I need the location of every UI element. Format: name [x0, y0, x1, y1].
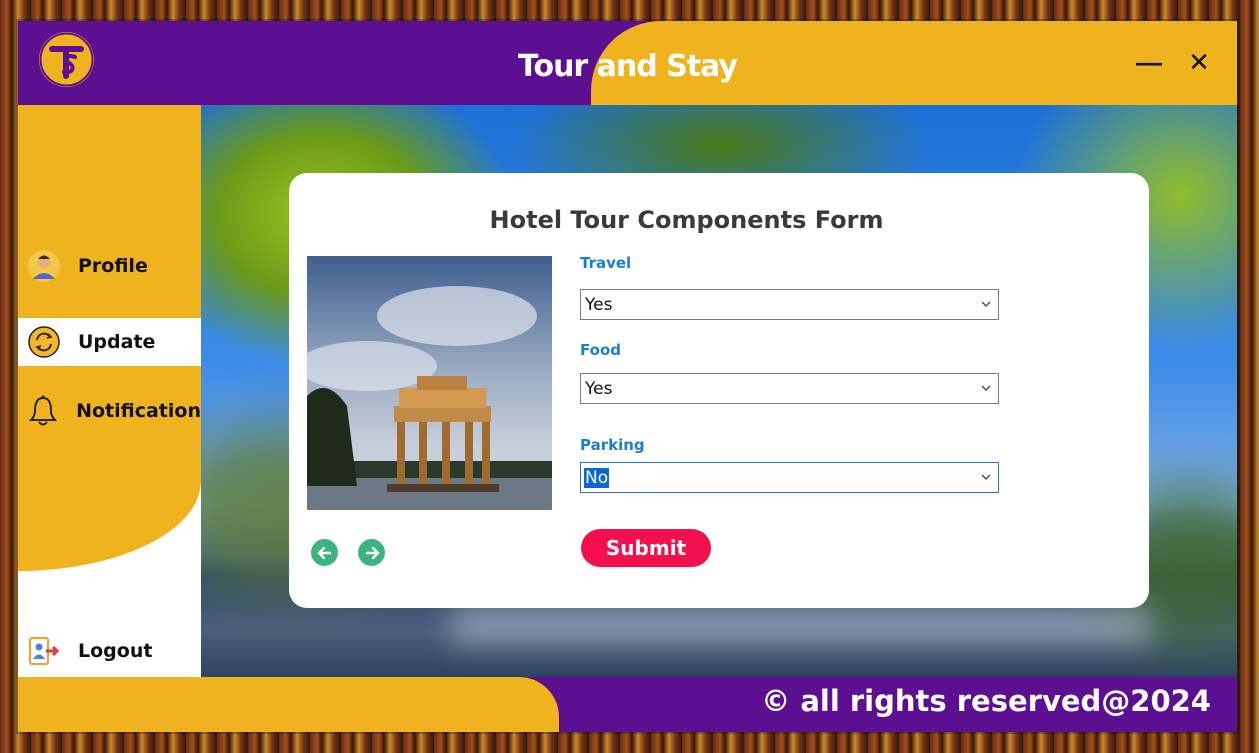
monument-photo-drawing — [307, 256, 552, 510]
next-image-button[interactable] — [358, 539, 385, 566]
app-title: Tour and Stay — [517, 49, 738, 84]
sidebar-item-profile[interactable]: Profile — [18, 242, 201, 290]
logout-button[interactable]: Logout — [18, 627, 201, 675]
minimize-button[interactable]: — — [1134, 47, 1164, 77]
arrow-left-icon — [316, 546, 331, 559]
sidebar-item-label: Logout — [78, 640, 153, 662]
form-card: Hotel Tour Components Form Travel Yes Fo… — [289, 173, 1149, 608]
parking-select[interactable]: No — [580, 462, 999, 493]
food-select-value: Yes — [585, 378, 613, 399]
form-title: Hotel Tour Components Form — [489, 206, 884, 234]
food-select[interactable]: Yes — [580, 373, 999, 404]
bell-icon — [26, 393, 60, 429]
sidebar-item-label: Update — [78, 331, 156, 353]
copyright-text: © all rights reserved@2024 — [761, 684, 1211, 718]
logout-icon — [26, 633, 62, 669]
food-label: Food — [580, 341, 621, 359]
footer: © all rights reserved@2024 — [18, 677, 1237, 732]
parking-select-value: No — [584, 467, 610, 488]
title-bar: Tour and Stay — ✕ — [18, 21, 1237, 105]
travel-select[interactable]: Yes — [580, 289, 999, 320]
arrow-right-icon — [365, 546, 380, 559]
previous-image-button[interactable] — [311, 539, 338, 566]
travel-label: Travel — [580, 254, 632, 272]
chevron-down-icon — [981, 301, 991, 307]
chevron-down-icon — [981, 474, 991, 480]
user-avatar-icon — [26, 248, 62, 284]
sidebar-item-notification[interactable]: Notification — [18, 387, 201, 435]
sidebar-item-label: Profile — [78, 255, 148, 277]
sidebar: Profile Update Notification Logout — [18, 105, 201, 677]
refresh-icon — [26, 324, 62, 360]
submit-button[interactable]: Submit — [581, 529, 711, 567]
sidebar-item-update[interactable]: Update — [18, 318, 201, 366]
sidebar-item-label: Notification — [76, 400, 201, 422]
travel-select-value: Yes — [585, 294, 613, 315]
parking-label: Parking — [580, 436, 645, 454]
close-button[interactable]: ✕ — [1184, 47, 1214, 77]
chevron-down-icon — [981, 385, 991, 391]
footer-gold-shape — [18, 677, 559, 732]
tourist-place-photo — [307, 256, 552, 510]
